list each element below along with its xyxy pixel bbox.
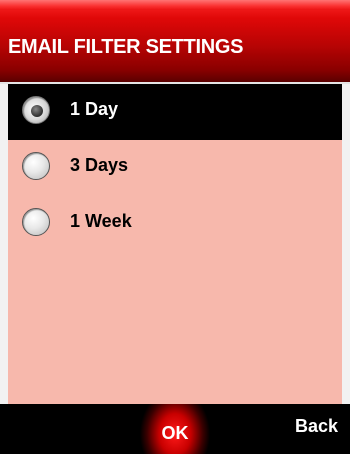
option-label: 3 Days bbox=[70, 155, 129, 175]
option-label: 1 Week bbox=[70, 211, 132, 231]
phone-screen: EMAIL FILTER SETTINGS 1 Day 3 Days 1 Wee… bbox=[0, 0, 350, 454]
radio-unselected-icon[interactable] bbox=[22, 152, 50, 180]
radio-unselected-icon[interactable] bbox=[22, 208, 50, 236]
option-label: 1 Day bbox=[70, 99, 119, 119]
title-bar: EMAIL FILTER SETTINGS bbox=[0, 0, 350, 84]
option-3-days[interactable]: 3 Days bbox=[8, 140, 342, 196]
filter-options-list: 1 Day 3 Days 1 Week bbox=[8, 84, 342, 252]
title-bar-highlight bbox=[0, 0, 350, 10]
option-1-day[interactable]: 1 Day bbox=[8, 84, 342, 140]
back-button[interactable]: Back bbox=[295, 416, 338, 437]
radio-dot-icon bbox=[31, 105, 43, 117]
ok-button[interactable]: OK bbox=[140, 404, 210, 454]
page-title: EMAIL FILTER SETTINGS bbox=[8, 36, 244, 58]
option-1-week[interactable]: 1 Week bbox=[8, 196, 342, 252]
radio-selected-icon[interactable] bbox=[22, 96, 50, 124]
softkey-bar: OK Back bbox=[0, 404, 350, 454]
